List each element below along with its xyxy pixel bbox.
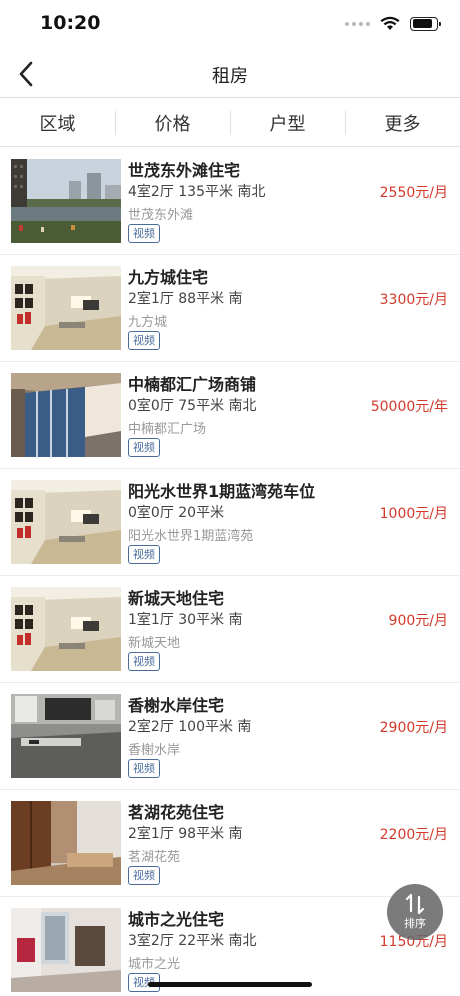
battery-icon [410,16,441,31]
status-bar: 10:20 [0,0,460,50]
video-badge: 视频 [128,652,160,671]
listing-title: 世茂东外滩住宅 [128,161,241,180]
listing-meta: 2室2厅 100平米 南 [128,719,252,735]
status-time: 10:20 [40,12,101,34]
list-item[interactable]: 世茂东外滩住宅 4室2厅 135平米 南北 世茂东外滩 视频 2550元/月 [0,148,460,255]
listing-meta: 0室0厅 20平米 [128,505,225,521]
listing-title: 阳光水世界1期蓝湾苑车位 [128,482,316,501]
list-item[interactable]: 茗湖花苑住宅 2室1厅 98平米 南 茗湖花苑 视频 2200元/月 [0,790,460,897]
sort-button[interactable]: 排序 [387,884,443,940]
status-icons [345,16,441,31]
listing-community: 中楠都汇广场 [128,422,207,437]
listing-title: 九方城住宅 [128,268,209,287]
cellular-signal-icon [345,21,370,26]
filter-bar: 区域 价格 户型 更多 [0,99,460,147]
bedroom-photo [11,801,121,885]
listing-meta: 4室2厅 135平米 南北 [128,184,266,200]
list-item[interactable]: 香榭水岸住宅 2室2厅 100平米 南 香榭水岸 视频 2900元/月 [0,683,460,790]
listing-community: 香榭水岸 [128,743,181,758]
home-indicator [148,982,312,987]
listing: 世茂东外滩住宅 4室2厅 135平米 南北 世茂东外滩 视频 2550元/月 九… [0,148,460,996]
video-badge: 视频 [128,866,160,885]
filter-tab-area[interactable]: 区域 [0,99,115,146]
listing-community: 茗湖花苑 [128,850,181,865]
listing-price: 900元/月 [388,613,448,629]
listing-community: 阳光水世界1期蓝湾苑 [128,529,254,544]
listing-meta: 0室0厅 75平米 南北 [128,398,257,414]
filter-tab-more[interactable]: 更多 [345,99,460,146]
listing-community: 世茂东外滩 [128,208,194,223]
nav-bar: 租房 [0,50,460,98]
living-room-photo [11,480,121,564]
listing-title: 新城天地住宅 [128,589,225,608]
listing-community: 城市之光 [128,957,181,972]
listing-community: 新城天地 [128,636,181,651]
listing-meta: 2室1厅 88平米 南 [128,291,243,307]
video-badge: 视频 [128,545,160,564]
shop-window-photo [11,373,121,457]
listing-meta: 2室1厅 98平米 南 [128,826,243,842]
sort-button-label: 排序 [404,917,426,930]
page-title: 租房 [212,66,248,87]
listing-price: 1000元/月 [379,506,448,522]
kitchen-photo [11,694,121,778]
sort-icon [405,893,425,915]
video-badge: 视频 [128,438,160,457]
room-photo [11,908,121,992]
list-item[interactable]: 九方城住宅 2室1厅 88平米 南 九方城 视频 3300元/月 [0,255,460,362]
video-badge: 视频 [128,224,160,243]
riverside-photo [11,159,121,243]
listing-price: 2550元/月 [379,185,448,201]
listing-title: 香榭水岸住宅 [128,696,225,715]
listing-price: 2900元/月 [379,720,448,736]
list-item[interactable]: 中楠都汇广场商铺 0室0厅 75平米 南北 中楠都汇广场 视频 50000元/年 [0,362,460,469]
listing-meta: 3室2厅 22平米 南北 [128,933,257,949]
list-item[interactable]: 阳光水世界1期蓝湾苑车位 0室0厅 20平米 阳光水世界1期蓝湾苑 视频 100… [0,469,460,576]
listing-meta: 1室1厅 30平米 南 [128,612,243,628]
listing-title: 中楠都汇广场商铺 [128,375,257,394]
video-badge: 视频 [128,759,160,778]
listing-title: 茗湖花苑住宅 [128,803,225,822]
living-room-photo [11,266,121,350]
video-badge: 视频 [128,331,160,350]
filter-tab-price[interactable]: 价格 [115,99,230,146]
wifi-icon [380,16,400,31]
list-item[interactable]: 新城天地住宅 1室1厅 30平米 南 新城天地 视频 900元/月 [0,576,460,683]
listing-price: 2200元/月 [379,827,448,843]
filter-tab-layout[interactable]: 户型 [230,99,345,146]
listing-price: 3300元/月 [379,292,448,308]
listing-title: 城市之光住宅 [128,910,225,929]
listing-price: 50000元/年 [370,399,448,415]
living-room-photo [11,587,121,671]
listing-community: 九方城 [128,315,168,330]
